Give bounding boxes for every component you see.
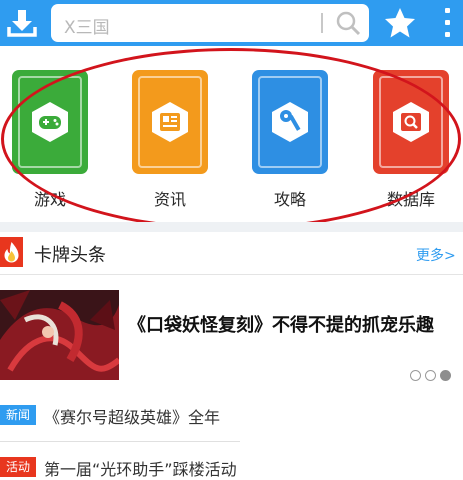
- more-link[interactable]: 更多>: [416, 245, 456, 265]
- carousel-dot-active[interactable]: [440, 370, 451, 381]
- news-title[interactable]: 《赛尔号超级英雄》全年: [44, 404, 220, 428]
- news-item[interactable]: 活动 第一届“光环助手”踩楼活动: [0, 448, 463, 480]
- search-divider: [321, 13, 323, 33]
- download-button[interactable]: [0, 0, 44, 46]
- feature-image[interactable]: [0, 290, 119, 380]
- section-title: 卡牌头条: [34, 245, 106, 266]
- section-divider: [0, 222, 463, 232]
- carousel-dot[interactable]: [410, 370, 421, 381]
- section-underline: [0, 274, 463, 275]
- highlight-ellipse: [1, 48, 461, 230]
- more-vertical-icon[interactable]: [441, 6, 455, 40]
- carousel-indicator: [410, 366, 455, 385]
- carousel-dot[interactable]: [425, 370, 436, 381]
- news-divider: [0, 441, 240, 442]
- top-bar: X三国: [0, 0, 463, 46]
- news-tag: 活动: [0, 457, 36, 477]
- feature-title[interactable]: 《口袋妖怪复刻》不得不提的抓宠乐趣: [128, 312, 458, 339]
- search-box[interactable]: X三国: [51, 4, 369, 42]
- star-icon[interactable]: [383, 6, 417, 40]
- search-input[interactable]: X三国: [64, 13, 110, 38]
- download-icon: [7, 10, 37, 37]
- news-title[interactable]: 第一届“光环助手”踩楼活动: [44, 456, 237, 480]
- news-item[interactable]: 新闻 《赛尔号超级英雄》全年: [0, 396, 463, 434]
- news-tag: 新闻: [0, 405, 36, 425]
- search-icon[interactable]: [335, 10, 361, 36]
- fire-icon: [0, 237, 23, 267]
